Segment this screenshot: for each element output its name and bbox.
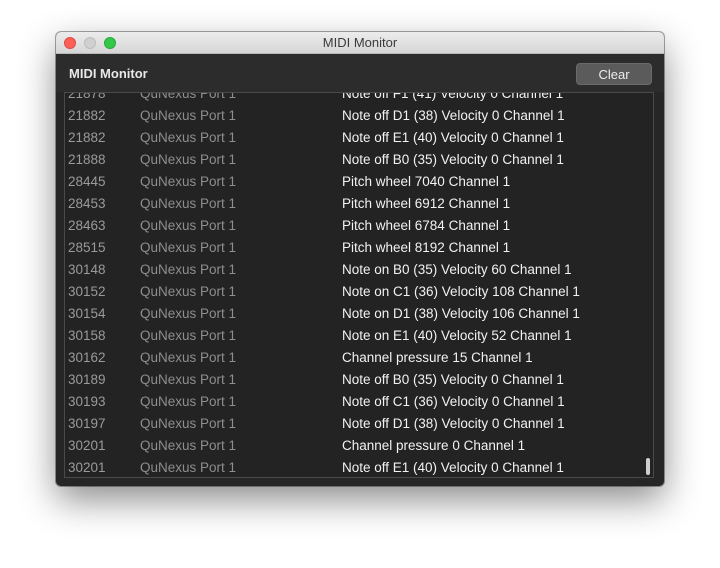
log-message: Note off D1 (38) Velocity 0 Channel 1: [342, 416, 565, 431]
log-time: 21888: [68, 152, 106, 167]
log-time: 30158: [68, 328, 106, 343]
log-time: 30152: [68, 284, 106, 299]
log-message: Note off E1 (40) Velocity 0 Channel 1: [342, 130, 564, 145]
log-time: 28445: [68, 174, 106, 189]
log-message: Channel pressure 15 Channel 1: [342, 350, 533, 365]
log-row: 21882 QuNexus Port 1 Note off D1 (38) Velo…: [65, 105, 653, 127]
log-port: QuNexus Port 1: [140, 196, 237, 211]
log-message: Note off C1 (36) Velocity 0 Channel 1: [342, 394, 565, 409]
log-message: Note on C1 (36) Velocity 108 Channel 1: [342, 284, 580, 299]
log-port: QuNexus Port 1: [140, 174, 237, 189]
log-row: 30154 QuNexus Port 1 Note on D1 (38) Veloc…: [65, 303, 653, 325]
log-row: 21878 QuNexus Port 1 Note off F1 (41) Velo…: [65, 92, 653, 105]
midi-monitor-window: MIDI Monitor MIDI Monitor Clear 21878 QuN…: [56, 32, 664, 486]
log-row: 21882 QuNexus Port 1 Note off E1 (40) Velo…: [65, 127, 653, 149]
log-time: 30201: [68, 460, 106, 475]
log-row: 28515 QuNexus Port 1 Pitch wheel 8192 Chan…: [65, 237, 653, 259]
log-time: 30197: [68, 416, 106, 431]
log-time: 30189: [68, 372, 106, 387]
log-message: Note on D1 (38) Velocity 106 Channel 1: [342, 306, 580, 321]
log-message: Pitch wheel 6784 Channel 1: [342, 218, 511, 233]
window-title: MIDI Monitor: [322, 35, 398, 50]
log-time: 21878: [68, 92, 106, 101]
log-port: QuNexus Port 1: [140, 438, 237, 453]
midi-log[interactable]: 21878 QuNexus Port 1 Note off F1 (41) Velo…: [64, 92, 654, 478]
log-port: QuNexus Port 1: [140, 218, 237, 233]
log-message: Channel pressure 0 Channel 1: [342, 438, 526, 453]
log-time: 30193: [68, 394, 106, 409]
log-row: 21888 QuNexus Port 1 Note off B0 (35) Velo…: [65, 149, 653, 171]
scrollbar-thumb[interactable]: [646, 458, 650, 475]
log-row: 30201 QuNexus Port 1 Note off E1 (40) Velo…: [65, 457, 653, 477]
log-message: Pitch wheel 8192 Channel 1: [342, 240, 511, 255]
log-message: Pitch wheel 7040 Channel 1: [342, 174, 511, 189]
log-message: Note on B0 (35) Velocity 60 Channel 1: [342, 262, 572, 277]
log-port: QuNexus Port 1: [140, 328, 237, 343]
log-time: 30162: [68, 350, 106, 365]
log-row: 28463 QuNexus Port 1 Pitch wheel 6784 Chan…: [65, 215, 653, 237]
page-title: MIDI Monitor: [69, 66, 148, 81]
log-port: QuNexus Port 1: [140, 460, 237, 475]
midi-log-rows: 21878 QuNexus Port 1 Note off F1 (41) Velo…: [65, 92, 653, 477]
log-row: 30158 QuNexus Port 1 Note on E1 (40) Veloc…: [65, 325, 653, 347]
log-message: Note off D1 (38) Velocity 0 Channel 1: [342, 108, 565, 123]
log-port: QuNexus Port 1: [140, 306, 237, 321]
log-row: 30162 QuNexus Port 1 Channel pressure 15 C…: [65, 347, 653, 369]
log-port: QuNexus Port 1: [140, 130, 237, 145]
log-port: QuNexus Port 1: [140, 350, 237, 365]
log-port: QuNexus Port 1: [140, 92, 237, 101]
log-row: 30197 QuNexus Port 1 Note off D1 (38) Velo…: [65, 413, 653, 435]
log-time: 21882: [68, 130, 106, 145]
toolbar: MIDI Monitor Clear: [56, 54, 664, 92]
log-row: 30152 QuNexus Port 1 Note on C1 (36) Veloc…: [65, 281, 653, 303]
log-port: QuNexus Port 1: [140, 240, 237, 255]
log-row: 30148 QuNexus Port 1 Note on B0 (35) Veloc…: [65, 259, 653, 281]
log-time: 30148: [68, 262, 106, 277]
log-row: 30189 QuNexus Port 1 Note off B0 (35) Velo…: [65, 369, 653, 391]
log-message: Note off E1 (40) Velocity 0 Channel 1: [342, 460, 564, 475]
log-port: QuNexus Port 1: [140, 108, 237, 123]
log-message: Note off B0 (35) Velocity 0 Channel 1: [342, 372, 564, 387]
log-time: 30201: [68, 438, 106, 453]
log-port: QuNexus Port 1: [140, 152, 237, 167]
log-row: 30193 QuNexus Port 1 Note off C1 (36) Velo…: [65, 391, 653, 413]
log-port: QuNexus Port 1: [140, 416, 237, 431]
log-time: 30154: [68, 306, 106, 321]
log-time: 28515: [68, 240, 106, 255]
log-row: 28445 QuNexus Port 1 Pitch wheel 7040 Chan…: [65, 171, 653, 193]
log-row: 28453 QuNexus Port 1 Pitch wheel 6912 Chan…: [65, 193, 653, 215]
log-time: 28463: [68, 218, 106, 233]
log-time: 28453: [68, 196, 106, 211]
log-port: QuNexus Port 1: [140, 284, 237, 299]
log-port: QuNexus Port 1: [140, 394, 237, 409]
log-message: Note off B0 (35) Velocity 0 Channel 1: [342, 152, 564, 167]
title-bar[interactable]: MIDI Monitor: [56, 32, 664, 54]
clear-button[interactable]: Clear: [576, 63, 652, 85]
log-message: Note off F1 (41) Velocity 0 Channel 1: [342, 92, 564, 101]
log-port: QuNexus Port 1: [140, 262, 237, 277]
log-row: 30201 QuNexus Port 1 Channel pressure 0 Ch…: [65, 435, 653, 457]
log-port: QuNexus Port 1: [140, 372, 237, 387]
log-time: 21882: [68, 108, 106, 123]
log-message: Pitch wheel 6912 Channel 1: [342, 196, 511, 211]
log-message: Note on E1 (40) Velocity 52 Channel 1: [342, 328, 572, 343]
